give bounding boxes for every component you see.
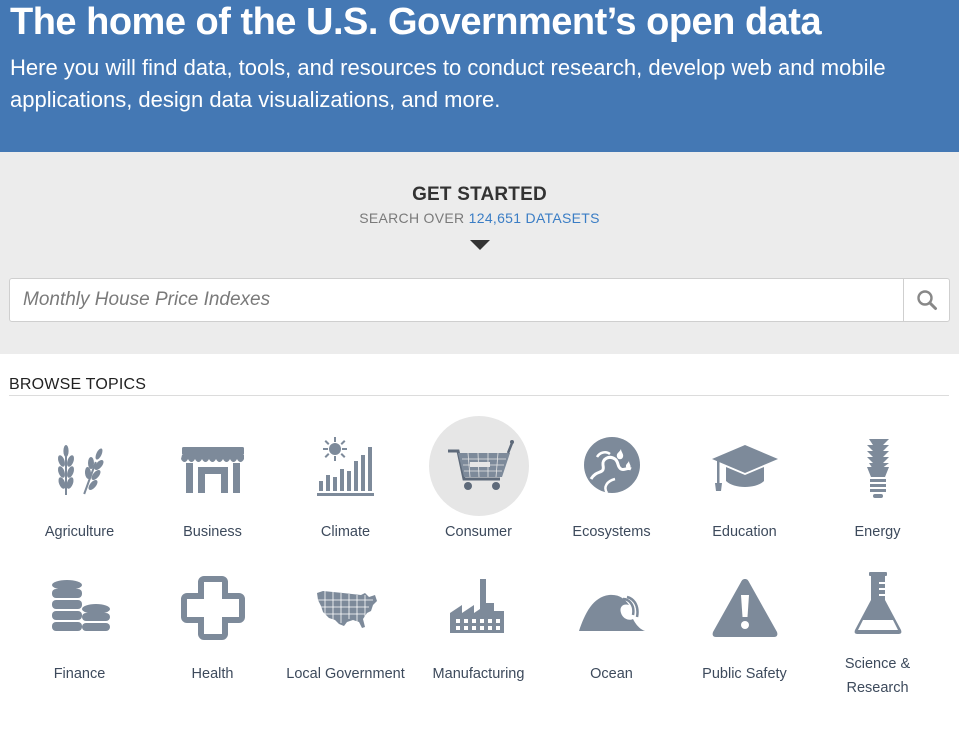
climate-icon xyxy=(316,437,374,496)
topic-agriculture[interactable]: Agriculture xyxy=(13,416,146,558)
caret-down-icon xyxy=(470,240,490,250)
topic-label: Business xyxy=(183,524,242,540)
topic-label: Agriculture xyxy=(44,524,115,540)
energy-icon xyxy=(866,439,889,498)
topic-science-research[interactable]: Science & Research xyxy=(811,558,944,700)
topic-label: Finance xyxy=(53,666,106,682)
science-research-icon xyxy=(854,572,901,634)
get-started-heading: GET STARTED xyxy=(412,184,547,205)
topic-label: Consumer xyxy=(445,524,512,540)
education-icon xyxy=(711,445,778,491)
topic-manufacturing[interactable]: Manufacturing xyxy=(412,558,545,700)
hero-banner: The home of the U.S. Government’s open d… xyxy=(0,0,959,152)
topic-label: Science & Research xyxy=(844,656,911,696)
topic-education[interactable]: Education xyxy=(678,416,811,558)
topics-grid: Agriculture Business Climate Consumer Ec… xyxy=(13,416,945,700)
hero-subtitle: Here you will find data, tools, and reso… xyxy=(10,55,886,112)
topic-energy[interactable]: Energy xyxy=(811,416,944,558)
search-bar xyxy=(9,278,950,322)
agriculture-icon xyxy=(57,445,103,495)
topic-label: Ecosystems xyxy=(572,524,651,540)
topic-local-government[interactable]: Local Government xyxy=(279,558,412,700)
hero-title: The home of the U.S. Government’s open d… xyxy=(10,1,822,43)
topic-label: Public Safety xyxy=(702,666,787,682)
local-government-icon xyxy=(316,591,377,628)
topic-finance[interactable]: Finance xyxy=(13,558,146,700)
business-icon xyxy=(180,447,244,493)
topic-climate[interactable]: Climate xyxy=(279,416,412,558)
public-safety-icon xyxy=(712,579,777,637)
search-over-prefix: SEARCH OVER xyxy=(359,210,465,226)
topic-label: Education xyxy=(712,524,777,540)
search-icon xyxy=(916,290,937,310)
finance-icon xyxy=(51,580,110,631)
browse-topics-heading: BROWSE TOPICS xyxy=(9,376,147,393)
search-input[interactable] xyxy=(10,279,904,321)
topic-business[interactable]: Business xyxy=(146,416,279,558)
topic-label: Health xyxy=(191,666,234,682)
divider xyxy=(9,395,949,396)
topic-label: Energy xyxy=(854,524,901,540)
topic-ocean[interactable]: Ocean xyxy=(545,558,678,700)
topic-health[interactable]: Health xyxy=(146,558,279,700)
topic-label: Ocean xyxy=(590,666,633,682)
dataset-count-text: SEARCH OVER 124,651 DATASETS xyxy=(0,210,959,226)
health-icon xyxy=(180,576,245,640)
topic-ecosystems[interactable]: Ecosystems xyxy=(545,416,678,558)
manufacturing-icon xyxy=(449,579,504,633)
ocean-icon xyxy=(578,594,645,631)
topic-public-safety[interactable]: Public Safety xyxy=(678,558,811,700)
dataset-count-link[interactable]: 124,651 DATASETS xyxy=(469,210,600,226)
consumer-icon xyxy=(447,440,514,490)
topic-consumer[interactable]: Consumer xyxy=(412,416,545,558)
ecosystems-icon xyxy=(583,437,640,494)
search-section xyxy=(0,152,959,354)
topic-label: Manufacturing xyxy=(432,666,525,682)
topic-label: Local Government xyxy=(286,666,405,682)
topic-label: Climate xyxy=(320,524,371,540)
search-button[interactable] xyxy=(903,279,949,321)
